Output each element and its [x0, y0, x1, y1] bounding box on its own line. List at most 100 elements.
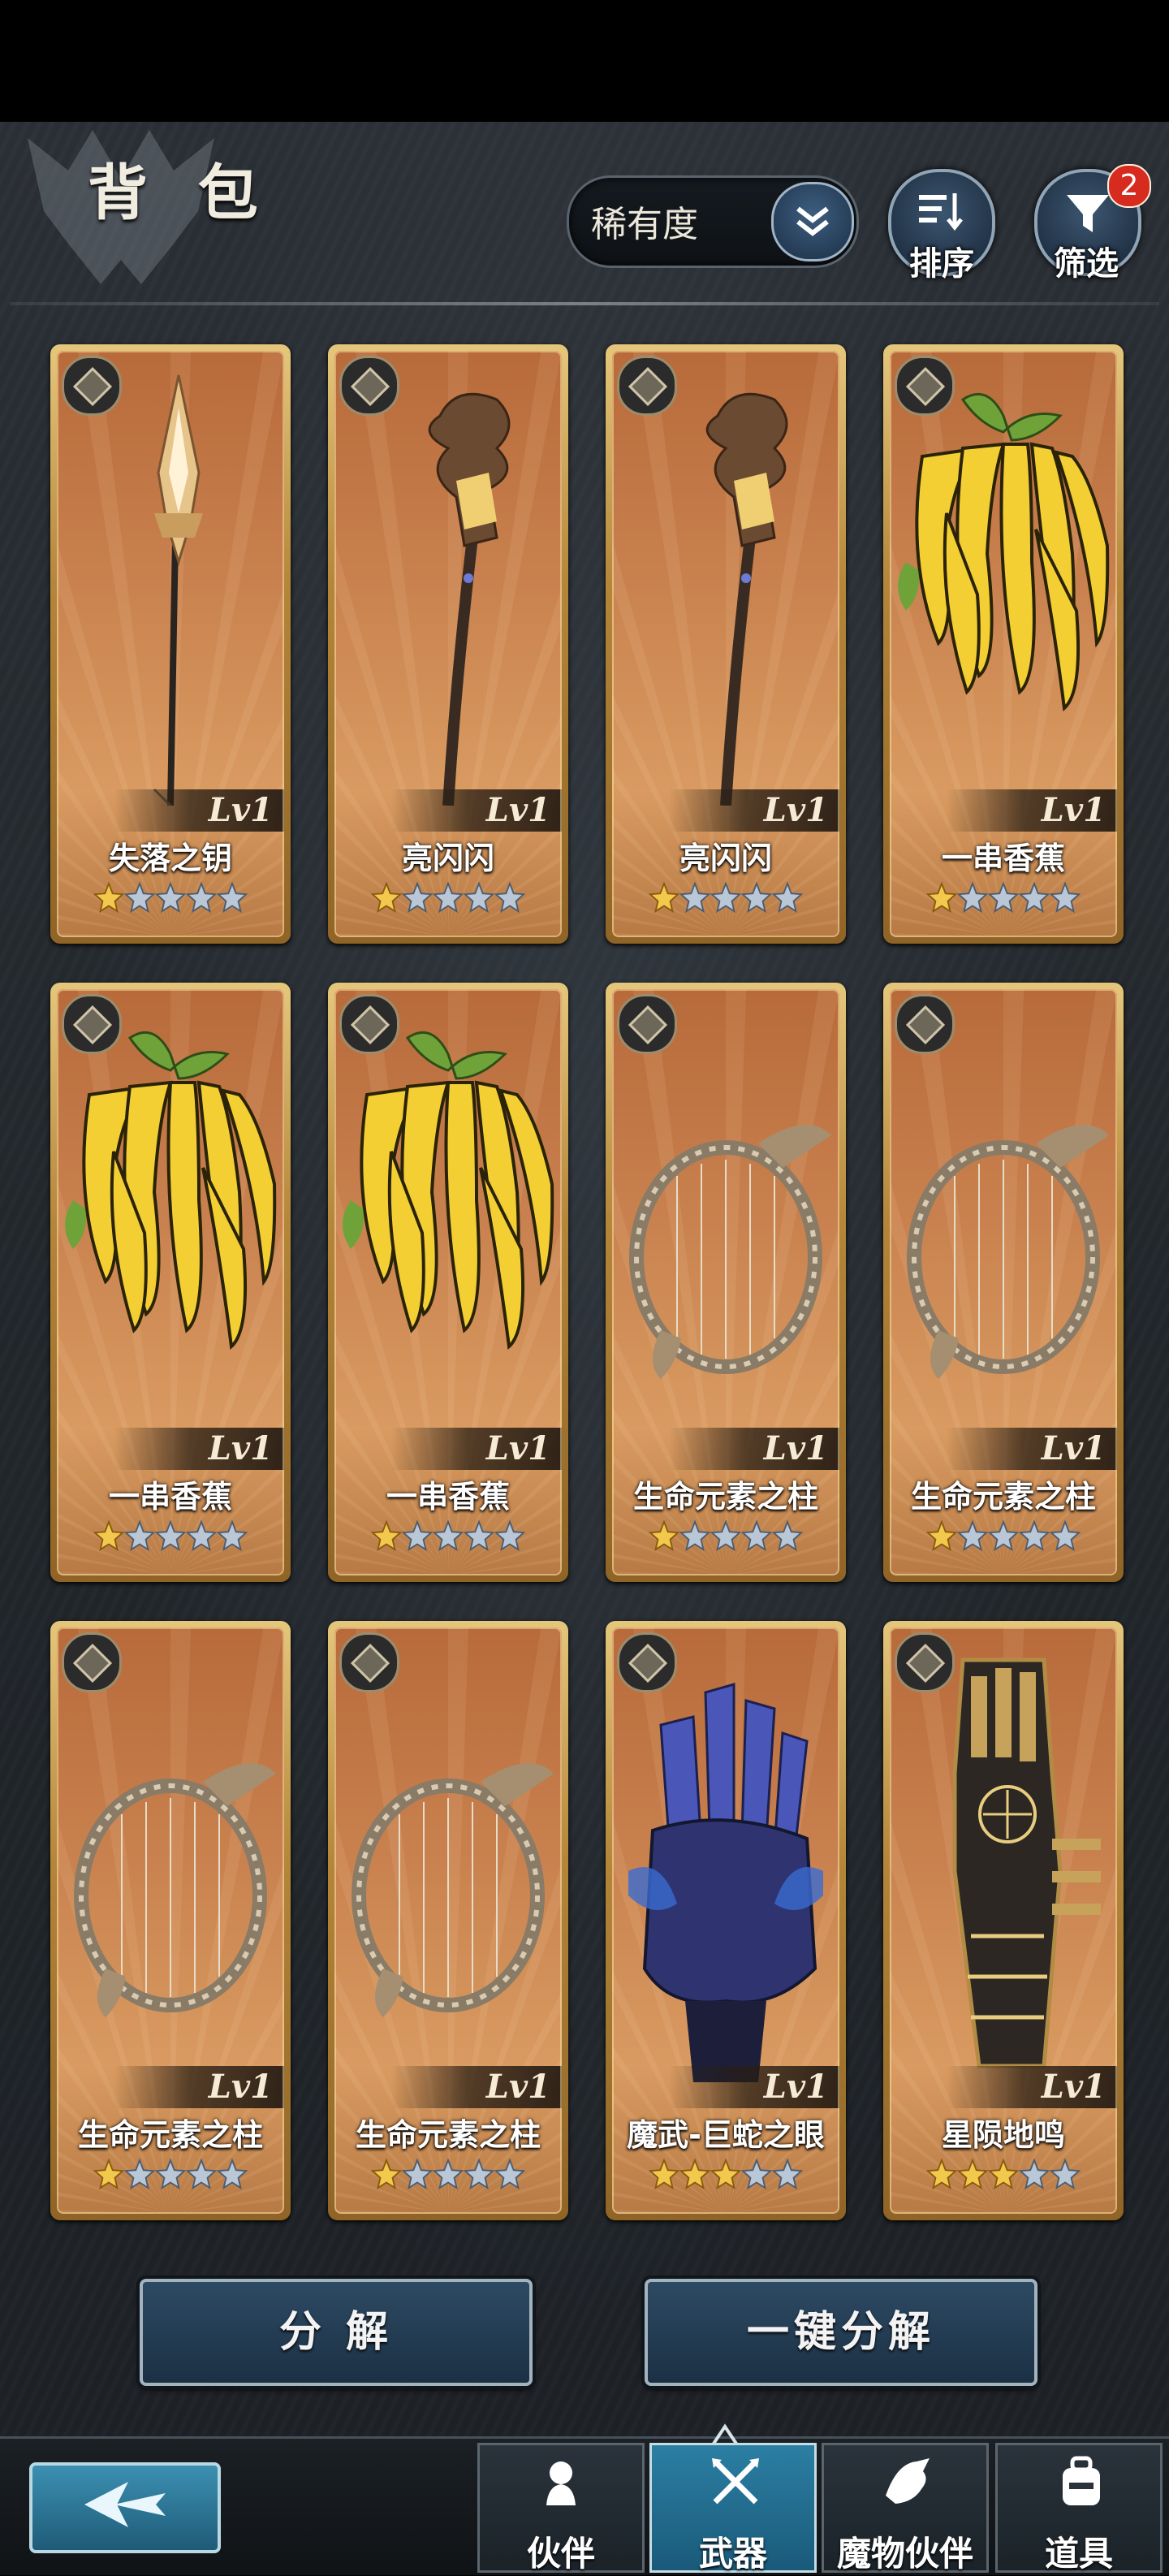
star-empty-icon	[740, 1519, 773, 1552]
sort-label: 排序	[909, 245, 974, 283]
card-name: 一串香蕉	[108, 1479, 232, 1515]
card-level: Lv1	[669, 2066, 839, 2108]
weapon-card[interactable]: Lv1 失落之钥	[50, 344, 291, 944]
star-empty-icon	[771, 1519, 804, 1552]
card-level: Lv1	[114, 2066, 284, 2108]
tab-weapon[interactable]: 武器	[649, 2443, 817, 2574]
card-level: Lv1	[391, 789, 562, 832]
star-empty-icon	[463, 2158, 495, 2190]
card-level: Lv1	[947, 789, 1117, 832]
card-stars	[612, 1519, 839, 1561]
tab-label: 伙伴	[526, 2534, 595, 2574]
star-filled-icon	[925, 881, 958, 914]
star-empty-icon	[987, 881, 1020, 914]
star-filled-icon	[93, 2158, 125, 2190]
staff-weapon-icon	[428, 392, 511, 806]
decompose-all-button[interactable]: 一键分解	[645, 2279, 1037, 2386]
weapon-type-icon	[62, 1632, 122, 1692]
star-empty-icon	[1049, 2158, 1081, 2190]
harp-weapon-icon	[352, 1763, 554, 2017]
star-empty-icon	[123, 1519, 156, 1552]
card-background: Lv1 生命元素之柱	[57, 1627, 284, 2214]
chevron-down-icon[interactable]	[771, 182, 854, 261]
star-empty-icon	[216, 1519, 248, 1552]
card-level: Lv1	[114, 789, 284, 832]
star-empty-icon	[740, 2158, 773, 2190]
card-name: 生命元素之柱	[355, 2117, 541, 2153]
card-background: Lv1 亮闪闪	[334, 351, 562, 937]
card-stars	[57, 881, 284, 923]
star-filled-icon	[648, 1519, 680, 1552]
star-empty-icon	[185, 1519, 218, 1552]
weapon-card[interactable]: Lv1 生命元素之柱	[50, 1621, 291, 2220]
weapon-card[interactable]: Lv1 魔武-巨蛇之眼	[606, 1621, 846, 2220]
weapon-type-icon	[62, 356, 122, 416]
star-filled-icon	[93, 881, 125, 914]
card-name: 魔武-巨蛇之眼	[627, 2117, 825, 2153]
card-background: Lv1 生命元素之柱	[334, 1627, 562, 2214]
card-name: 亮闪闪	[401, 841, 494, 876]
card-stars	[334, 1519, 562, 1561]
weapon-card[interactable]: Lv1 生命元素之柱	[606, 983, 846, 1582]
card-name: 失落之钥	[108, 841, 232, 876]
weapon-card[interactable]: Lv1 一串香蕉	[50, 983, 291, 1582]
weapon-card[interactable]: Lv1 亮闪闪	[328, 344, 568, 944]
card-stars	[57, 1519, 284, 1561]
card-level: Lv1	[947, 2066, 1117, 2108]
card-background: Lv1 一串香蕉	[890, 351, 1117, 937]
weapon-type-icon	[339, 356, 399, 416]
weapon-type-icon	[895, 994, 955, 1054]
star-filled-icon	[370, 2158, 403, 2190]
gauntlet-weapon-icon	[952, 1658, 1101, 2068]
star-filled-icon	[370, 1519, 403, 1552]
decompose-button[interactable]: 分 解	[140, 2279, 533, 2386]
weapon-card[interactable]: Lv1 星陨地鸣	[883, 1621, 1124, 2220]
star-empty-icon	[216, 881, 248, 914]
weapon-card[interactable]: Lv1 一串香蕉	[328, 983, 568, 1582]
star-empty-icon	[216, 2158, 248, 2190]
weapon-card[interactable]: Lv1 亮闪闪	[606, 344, 846, 944]
spear-weapon-icon	[153, 374, 203, 806]
star-filled-icon	[710, 2158, 742, 2190]
star-empty-icon	[771, 881, 804, 914]
star-empty-icon	[463, 1519, 495, 1552]
star-filled-icon	[925, 2158, 958, 2190]
card-stars	[890, 881, 1117, 923]
filter-icon	[1067, 195, 1109, 232]
harp-weapon-icon	[629, 1125, 831, 1379]
tab-monster-partner[interactable]: 魔物伙伴	[822, 2443, 989, 2574]
backpack-icon	[1055, 2455, 1108, 2509]
star-empty-icon	[740, 881, 773, 914]
tab-partner[interactable]: 伙伴	[477, 2443, 645, 2574]
card-level: Lv1	[947, 1428, 1117, 1470]
star-filled-icon	[956, 2158, 989, 2190]
card-stars	[612, 2158, 839, 2199]
star-empty-icon	[494, 2158, 526, 2190]
weapon-card[interactable]: Lv1 生命元素之柱	[883, 983, 1124, 1582]
star-empty-icon	[1018, 881, 1050, 914]
banana-weapon-icon	[65, 1031, 277, 1350]
back-button[interactable]	[29, 2462, 221, 2553]
harp-weapon-icon	[74, 1763, 276, 2017]
sort-icon	[919, 193, 963, 231]
card-background: Lv1 魔武-巨蛇之眼	[612, 1627, 839, 2214]
star-filled-icon	[925, 1519, 958, 1552]
star-empty-icon	[710, 881, 742, 914]
star-filled-icon	[370, 881, 403, 914]
star-filled-icon	[648, 2158, 680, 2190]
card-level: Lv1	[114, 1428, 284, 1470]
banana-weapon-icon	[343, 1031, 554, 1350]
star-empty-icon	[432, 881, 464, 914]
weapon-card[interactable]: Lv1 一串香蕉	[883, 344, 1124, 944]
tab-items[interactable]: 道具	[995, 2443, 1163, 2574]
weapon-type-icon	[339, 994, 399, 1054]
card-background: Lv1 一串香蕉	[57, 989, 284, 1575]
star-filled-icon	[679, 2158, 711, 2190]
card-name: 生命元素之柱	[910, 1479, 1096, 1515]
card-level: Lv1	[391, 1428, 562, 1470]
weapon-card[interactable]: Lv1 生命元素之柱	[328, 1621, 568, 2220]
partner-icon	[537, 2455, 590, 2509]
card-background: Lv1 星陨地鸣	[890, 1627, 1117, 2214]
weapon-type-icon	[895, 1632, 955, 1692]
card-stars	[334, 2158, 562, 2199]
